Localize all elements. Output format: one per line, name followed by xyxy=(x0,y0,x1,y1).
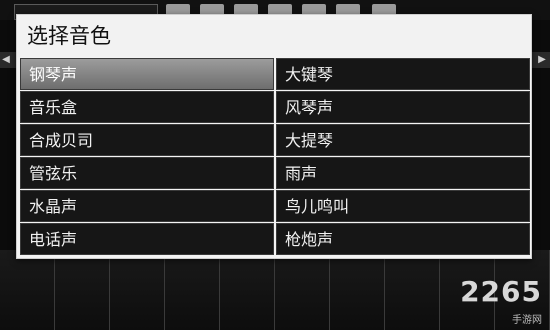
tone-option[interactable]: 音乐盒 xyxy=(20,91,274,123)
piano-key[interactable] xyxy=(110,250,165,330)
tone-options-grid: 钢琴声 大键琴 音乐盒 风琴声 合成贝司 大提琴 管弦乐 雨声 水晶声 鸟儿鸣叫… xyxy=(20,58,530,256)
tone-option[interactable]: 鸟儿鸣叫 xyxy=(276,190,530,222)
tone-option-selected[interactable]: 钢琴声 xyxy=(20,58,274,90)
piano-key[interactable] xyxy=(330,250,385,330)
tone-option[interactable]: 风琴声 xyxy=(276,91,530,123)
watermark-subtext: 手游网 xyxy=(512,315,542,326)
piano-key[interactable] xyxy=(385,250,440,330)
piano-key[interactable] xyxy=(275,250,330,330)
watermark-logo: 2265 xyxy=(460,275,542,308)
tone-option[interactable]: 合成贝司 xyxy=(20,124,274,156)
tone-option[interactable]: 雨声 xyxy=(276,157,530,189)
tone-option[interactable]: 电话声 xyxy=(20,223,274,255)
tone-option[interactable]: 大键琴 xyxy=(276,58,530,90)
scroll-right-arrow-icon[interactable]: ▶ xyxy=(538,54,546,66)
select-tone-dialog: 选择音色 钢琴声 大键琴 音乐盒 风琴声 合成贝司 大提琴 管弦乐 雨声 水晶声… xyxy=(16,14,532,259)
scroll-left-arrow-icon[interactable]: ◀ xyxy=(2,54,10,66)
piano-key[interactable] xyxy=(55,250,110,330)
piano-key[interactable] xyxy=(220,250,275,330)
tone-option[interactable]: 管弦乐 xyxy=(20,157,274,189)
tone-option[interactable]: 枪炮声 xyxy=(276,223,530,255)
piano-key[interactable] xyxy=(0,250,55,330)
tone-option[interactable]: 大提琴 xyxy=(276,124,530,156)
tone-option[interactable]: 水晶声 xyxy=(20,190,274,222)
dialog-title: 选择音色 xyxy=(17,15,531,57)
piano-key[interactable] xyxy=(165,250,220,330)
